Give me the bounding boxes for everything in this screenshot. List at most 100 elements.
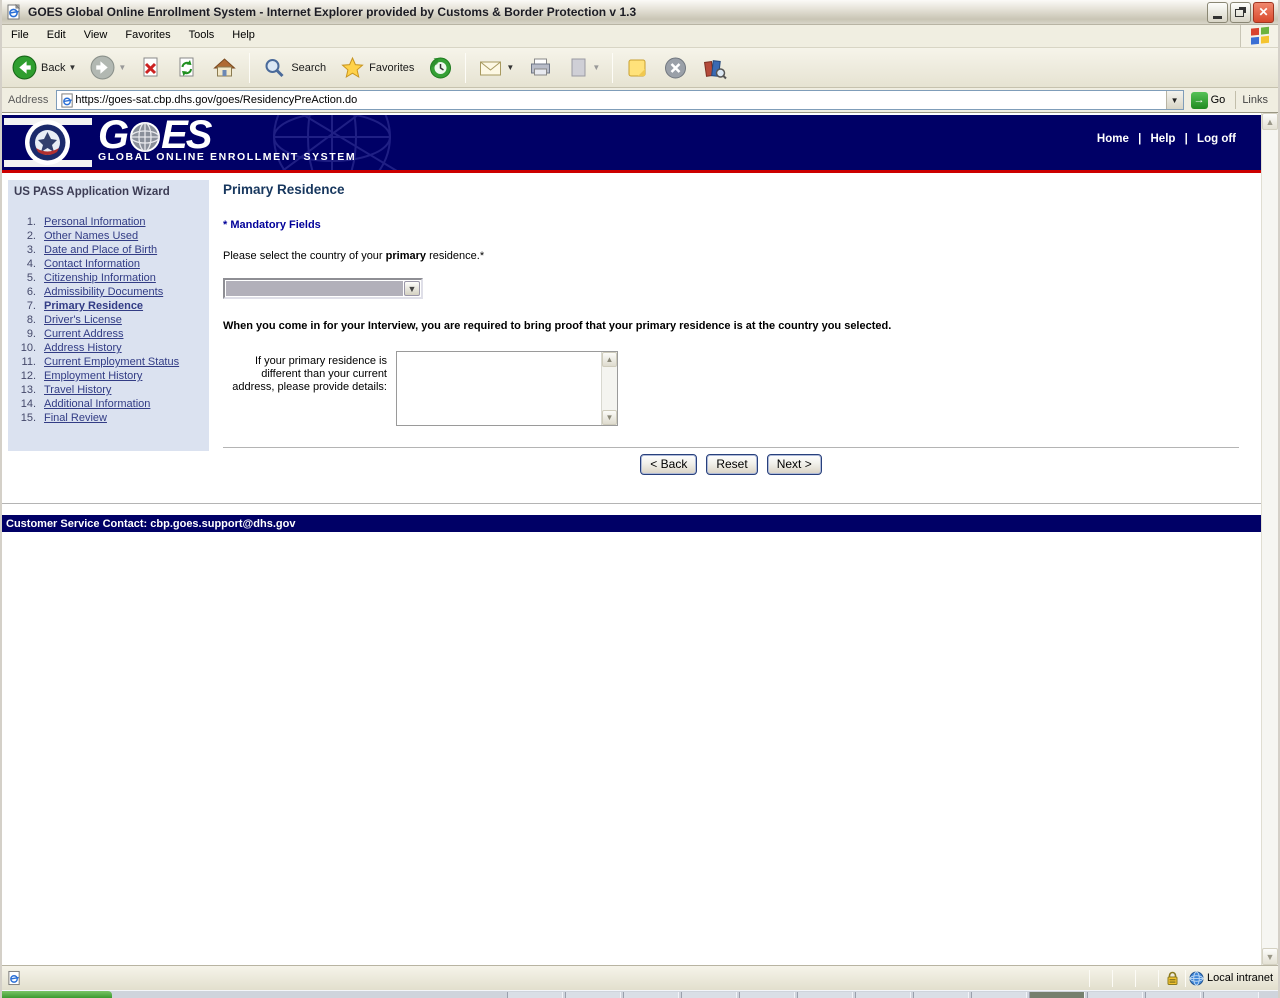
textarea-scrollbar[interactable]: ▲ ▼ bbox=[601, 352, 617, 425]
taskbar-button[interactable] bbox=[797, 992, 853, 998]
step-link[interactable]: Date and Place of Birth bbox=[44, 243, 157, 257]
home-button[interactable] bbox=[206, 52, 243, 84]
mail-dropdown-icon[interactable]: ▼ bbox=[506, 63, 514, 72]
step-link[interactable]: Current Address bbox=[44, 327, 123, 341]
goes-globe-icon bbox=[130, 122, 161, 152]
print-button[interactable] bbox=[522, 52, 559, 84]
scroll-up-icon[interactable]: ▲ bbox=[1262, 113, 1278, 130]
back-button[interactable]: Back ▼ bbox=[6, 51, 82, 84]
step-link[interactable]: Final Review bbox=[44, 411, 107, 425]
page-scrollbar[interactable]: ▲ ▼ bbox=[1261, 113, 1278, 965]
scroll-up-icon[interactable]: ▲ bbox=[602, 352, 617, 367]
minimize-button[interactable] bbox=[1207, 1, 1228, 23]
refresh-button[interactable] bbox=[170, 52, 204, 84]
mandatory-fields-note: * Mandatory Fields bbox=[223, 219, 321, 231]
address-url[interactable]: https://goes-sat.cbp.dhs.gov/goes/Reside… bbox=[75, 94, 1165, 106]
taskbar-button[interactable] bbox=[1203, 992, 1259, 998]
menu-edit[interactable]: Edit bbox=[38, 25, 75, 47]
favorites-star-icon bbox=[341, 56, 364, 78]
taskbar-button[interactable] bbox=[913, 992, 969, 998]
address-input[interactable]: https://goes-sat.cbp.dhs.gov/goes/Reside… bbox=[56, 90, 1184, 110]
taskbar-button[interactable] bbox=[565, 992, 621, 998]
reset-button[interactable]: Reset bbox=[706, 454, 758, 475]
menu-favorites[interactable]: Favorites bbox=[116, 25, 179, 47]
taskbar-button[interactable] bbox=[971, 992, 1027, 998]
taskbar-edge bbox=[2, 990, 1278, 998]
wizard-step-11: 11. Current Employment Status bbox=[14, 355, 203, 369]
toolbar-separator bbox=[465, 52, 467, 83]
country-select[interactable]: ▼ bbox=[223, 278, 423, 299]
taskbar-button[interactable] bbox=[623, 992, 679, 998]
details-textarea[interactable] bbox=[397, 352, 601, 425]
status-pane bbox=[1113, 966, 1135, 990]
details-label: If your primary residence is different t… bbox=[232, 355, 387, 393]
goes-logo-es: ES bbox=[161, 115, 212, 157]
nav-home-link[interactable]: Home bbox=[1097, 133, 1129, 145]
search-label: Search bbox=[291, 61, 327, 74]
forward-dropdown-icon[interactable]: ▼ bbox=[118, 63, 126, 72]
taskbar-button[interactable] bbox=[681, 992, 737, 998]
history-button[interactable] bbox=[422, 52, 459, 84]
step-link[interactable]: Employment History bbox=[44, 369, 142, 383]
page-title: Primary Residence bbox=[223, 182, 345, 197]
step-number: 8. bbox=[26, 314, 36, 326]
scroll-down-icon[interactable]: ▼ bbox=[1262, 948, 1278, 965]
step-link[interactable]: Other Names Used bbox=[44, 229, 138, 243]
menu-help[interactable]: Help bbox=[223, 25, 264, 47]
restore-button[interactable] bbox=[1230, 1, 1251, 23]
wizard-step-10: 10. Address History bbox=[14, 341, 203, 355]
forward-button[interactable]: ▼ bbox=[84, 51, 132, 84]
step-link[interactable]: Additional Information bbox=[44, 397, 150, 411]
prompt-prefix: Please select the country of your bbox=[223, 250, 386, 262]
taskbar-button[interactable] bbox=[855, 992, 911, 998]
page-ie-icon bbox=[61, 92, 74, 108]
edit-dropdown-icon[interactable]: ▼ bbox=[592, 63, 600, 72]
taskbar-button[interactable] bbox=[739, 992, 795, 998]
taskbar-button[interactable] bbox=[1087, 992, 1143, 998]
step-link[interactable]: Current Employment Status bbox=[44, 355, 179, 369]
taskbar-button-active[interactable] bbox=[1029, 992, 1085, 998]
step-number: 13. bbox=[20, 384, 36, 396]
start-button[interactable] bbox=[2, 991, 112, 998]
close-button[interactable]: ✕ bbox=[1253, 1, 1274, 23]
taskbar-button[interactable] bbox=[507, 992, 563, 998]
toolbar-separator bbox=[249, 52, 251, 83]
step-link[interactable]: Travel History bbox=[44, 383, 111, 397]
step-link[interactable]: Primary Residence bbox=[44, 299, 143, 313]
search-button[interactable]: Search bbox=[256, 52, 332, 84]
step-number: 15. bbox=[20, 412, 36, 424]
links-toolbar[interactable]: Links bbox=[1235, 91, 1276, 109]
menu-view[interactable]: View bbox=[75, 25, 117, 47]
step-link[interactable]: Personal Information bbox=[44, 215, 146, 229]
next-step-button[interactable]: Next > bbox=[766, 454, 822, 475]
research-button[interactable] bbox=[696, 52, 733, 84]
mail-button[interactable]: ▼ bbox=[472, 52, 520, 84]
stop-button[interactable] bbox=[134, 52, 168, 84]
step-number: 7. bbox=[26, 300, 36, 312]
step-link[interactable]: Address History bbox=[44, 341, 122, 355]
chevron-down-icon[interactable]: ▼ bbox=[404, 281, 420, 296]
back-dropdown-icon[interactable]: ▼ bbox=[68, 63, 76, 72]
messenger-button[interactable] bbox=[657, 52, 694, 84]
edit-button[interactable]: ▼ bbox=[561, 52, 606, 84]
step-link[interactable]: Admissibility Documents bbox=[44, 285, 163, 299]
step-link[interactable]: Contact Information bbox=[44, 257, 140, 271]
wizard-buttons: < Back Reset Next > bbox=[223, 454, 1239, 475]
nav-help-link[interactable]: Help bbox=[1151, 133, 1176, 145]
toolbar-separator bbox=[612, 52, 614, 83]
back-step-button[interactable]: < Back bbox=[640, 454, 698, 475]
minimize-icon bbox=[1213, 15, 1222, 19]
discuss-button[interactable] bbox=[619, 52, 655, 84]
menu-tools[interactable]: Tools bbox=[180, 25, 224, 47]
step-link[interactable]: Driver's License bbox=[44, 313, 122, 327]
taskbar-button[interactable] bbox=[1145, 992, 1201, 998]
nav-logoff-link[interactable]: Log off bbox=[1197, 133, 1236, 145]
step-number: 14. bbox=[20, 398, 36, 410]
menu-file[interactable]: File bbox=[2, 25, 38, 47]
back-icon bbox=[12, 55, 37, 80]
favorites-button[interactable]: Favorites bbox=[334, 52, 420, 84]
address-dropdown-icon[interactable]: ▼ bbox=[1165, 91, 1183, 109]
go-button[interactable]: → Go bbox=[1188, 90, 1232, 111]
scroll-down-icon[interactable]: ▼ bbox=[602, 410, 617, 425]
step-link[interactable]: Citizenship Information bbox=[44, 271, 156, 285]
